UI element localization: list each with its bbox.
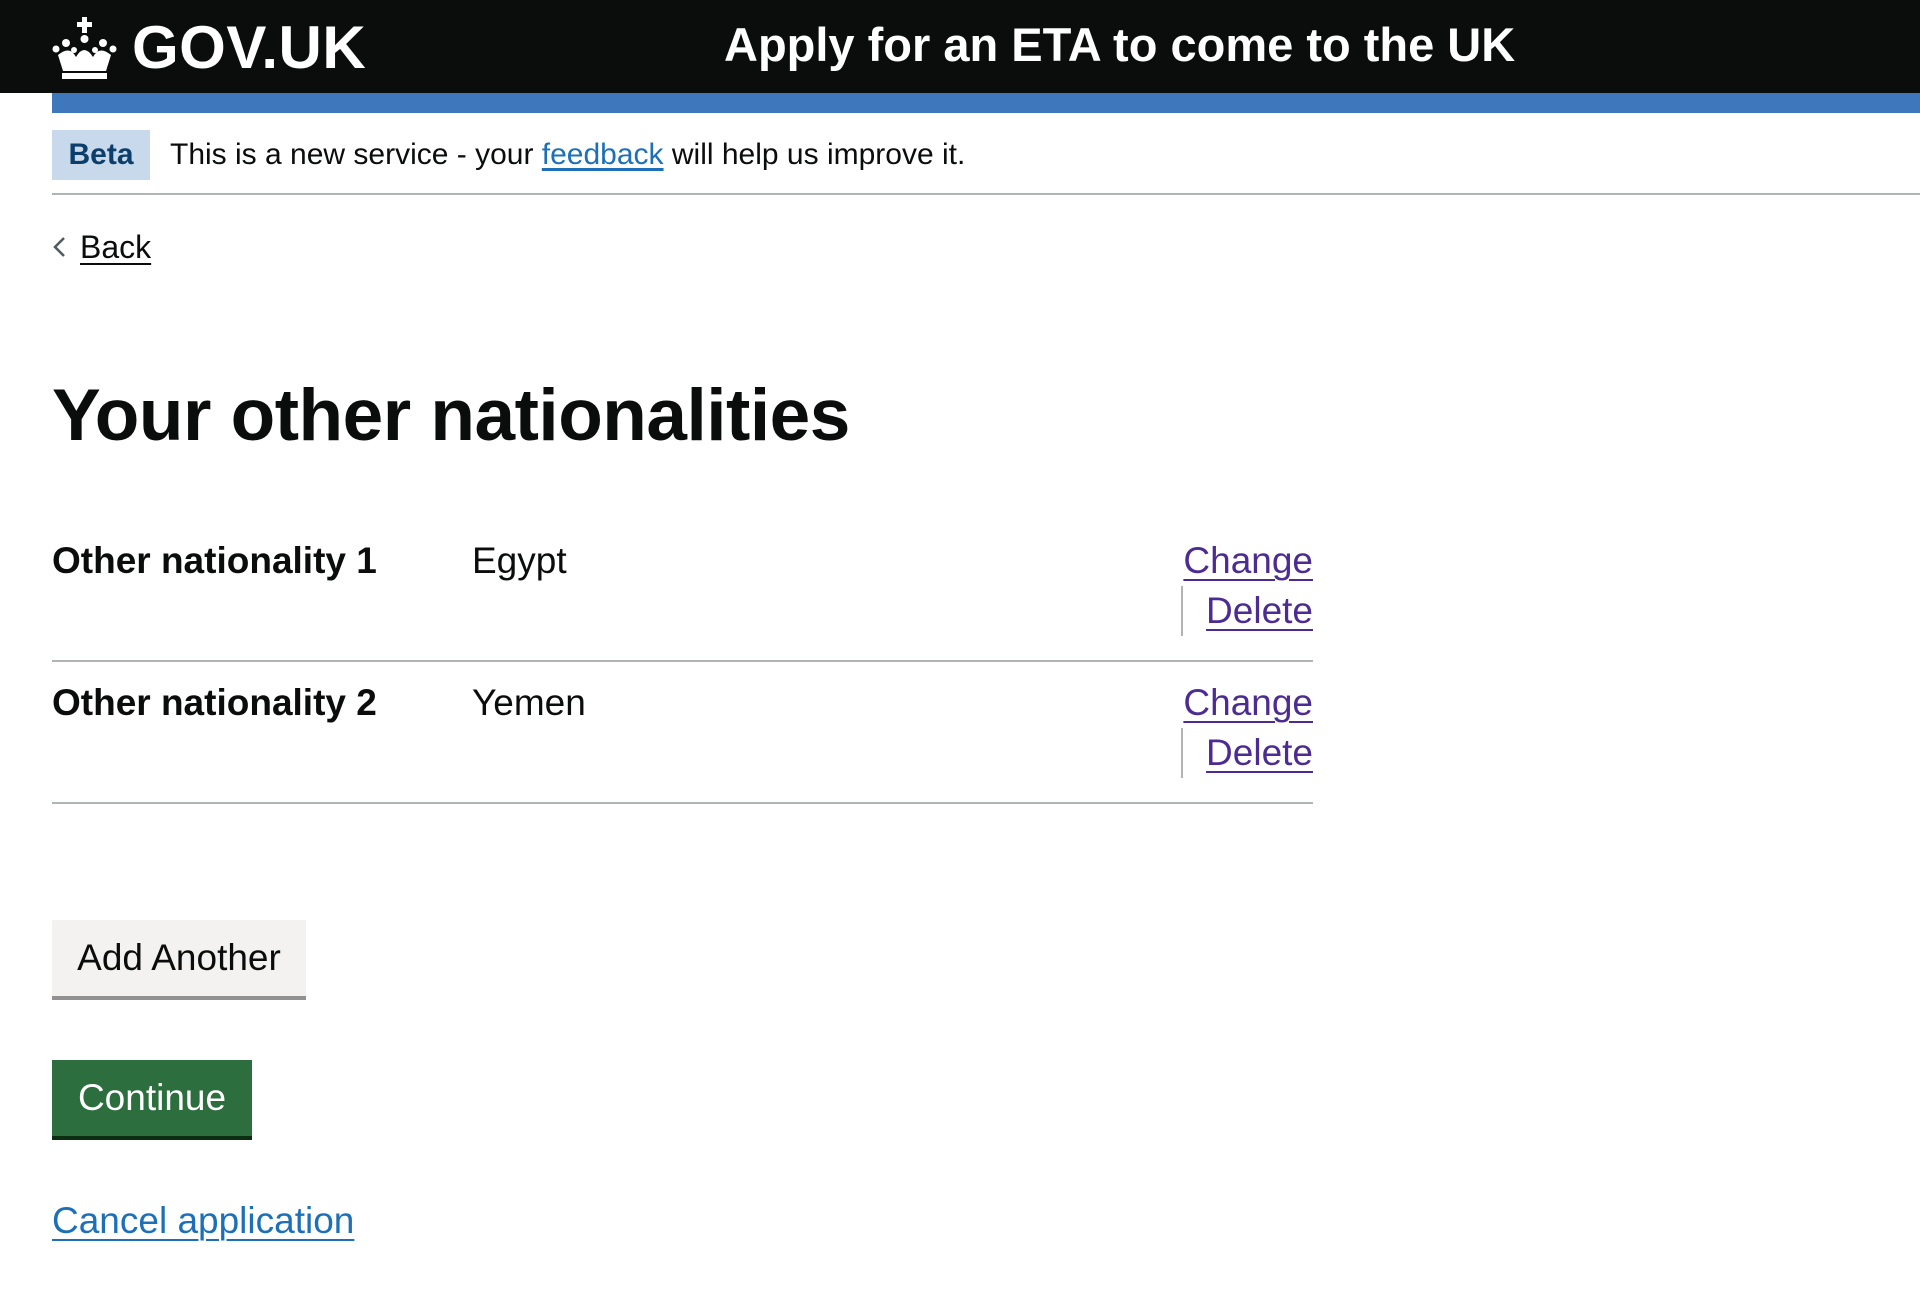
delete-link-nationality-1[interactable]: Delete — [1206, 590, 1313, 632]
logo-text: GOV.UK — [132, 14, 367, 81]
govuk-logo-link[interactable]: GOV.UK — [52, 8, 366, 88]
page-title: Your other nationalities — [52, 375, 850, 456]
feedback-link[interactable]: feedback — [542, 138, 664, 171]
row-value: Egypt — [472, 540, 567, 581]
row-actions: Change Delete — [1173, 682, 1313, 782]
chevron-left-icon — [53, 237, 65, 257]
summary-row-nationality-2: Other nationality 2 Yemen Change Delete — [52, 662, 1313, 804]
back-link-label: Back — [80, 228, 152, 265]
beta-tag: Beta — [52, 130, 150, 180]
service-name-link[interactable]: Apply for an ETA to come to the UK — [724, 10, 1515, 78]
continue-button[interactable]: Continue — [52, 1060, 252, 1140]
row-key: Other nationality 2 — [52, 682, 377, 723]
action-divider — [1181, 728, 1183, 778]
nationalities-summary-list: Other nationality 1 Egypt Change Delete … — [52, 520, 1313, 804]
phase-text-before: This is a new service - your — [170, 138, 542, 171]
cancel-application-link[interactable]: Cancel application — [52, 1200, 354, 1242]
change-link-nationality-1[interactable]: Change — [1183, 540, 1313, 582]
summary-row-nationality-1: Other nationality 1 Egypt Change Delete — [52, 520, 1313, 662]
add-another-button[interactable]: Add Another — [52, 920, 306, 1000]
phase-banner-text: This is a new service - your feedback wi… — [170, 135, 965, 175]
phase-text-after: will help us improve it. — [663, 138, 966, 171]
row-value: Yemen — [472, 682, 586, 723]
action-divider — [1181, 586, 1183, 636]
site-header: GOV.UK Apply for an ETA to come to the U… — [0, 0, 1920, 93]
row-actions: Change Delete — [1173, 540, 1313, 640]
phase-banner: Beta This is a new service - your feedba… — [52, 113, 1920, 195]
header-stripe — [52, 93, 1920, 113]
delete-link-nationality-2[interactable]: Delete — [1206, 732, 1313, 774]
back-link[interactable]: Back — [52, 226, 151, 268]
row-key: Other nationality 1 — [52, 540, 377, 581]
change-link-nationality-2[interactable]: Change — [1183, 682, 1313, 724]
crown-icon — [52, 17, 117, 79]
